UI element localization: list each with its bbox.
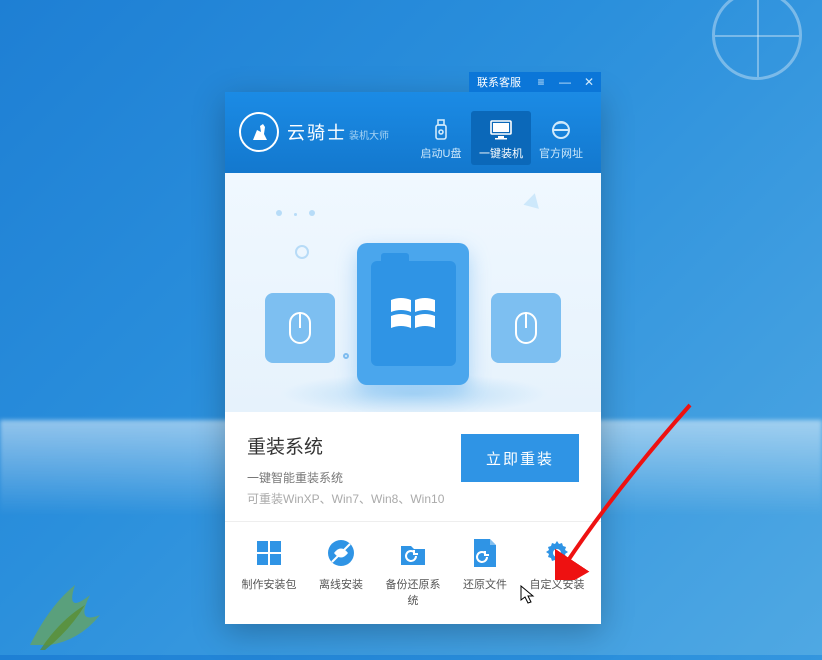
windows-folder-icon <box>357 243 469 385</box>
tool-offline-install[interactable]: 离线安装 <box>309 536 373 608</box>
nav-label: 启动U盘 <box>411 145 471 161</box>
nav-usb-boot[interactable]: 启动U盘 <box>411 111 471 165</box>
offline-icon <box>324 536 358 570</box>
tool-backup-restore[interactable]: 备份还原系统 <box>381 536 445 608</box>
header-nav: 启动U盘 一键装机 官方网址 <box>411 111 591 165</box>
action-panel: 重装系统 一键智能重装系统 可重装WinXP、Win7、Win8、Win10 立… <box>225 412 601 522</box>
tool-label: 还原文件 <box>453 576 517 592</box>
monitor-icon <box>471 117 531 143</box>
reinstall-now-button[interactable]: 立即重装 <box>461 434 579 482</box>
tool-label: 离线安装 <box>309 576 373 592</box>
tool-make-package[interactable]: 制作安装包 <box>237 536 301 608</box>
action-supports: 可重装WinXP、Win7、Win8、Win10 <box>247 490 579 507</box>
mouse-icon <box>491 293 561 363</box>
tool-custom-install[interactable]: 自定义安装 <box>525 536 589 608</box>
hero-illustration <box>225 173 601 412</box>
menu-icon[interactable]: ≡ <box>529 72 553 92</box>
restore-file-icon <box>468 536 502 570</box>
globe-icon <box>712 0 802 80</box>
nav-label: 一键装机 <box>471 145 531 161</box>
app-logo: 云骑士装机大师 <box>239 112 389 152</box>
tool-restore-file[interactable]: 还原文件 <box>453 536 517 608</box>
package-icon <box>252 536 286 570</box>
minimize-icon[interactable]: — <box>553 72 577 92</box>
tools-row: 制作安装包 离线安装 备份还原系统 还原文件 自定义安装 <box>225 522 601 624</box>
mouse-icon <box>265 293 335 363</box>
tool-label: 制作安装包 <box>237 576 301 592</box>
titlebar: 联系客服 ≡ — ✕ <box>469 72 601 92</box>
app-subtitle: 装机大师 <box>349 131 389 142</box>
nav-official-site[interactable]: 官方网址 <box>531 111 591 165</box>
gear-icon <box>540 536 574 570</box>
tool-label: 备份还原系统 <box>381 576 445 608</box>
backup-icon <box>396 536 430 570</box>
nav-oneclick-install[interactable]: 一键装机 <box>471 111 531 165</box>
leaf-decoration <box>20 565 120 655</box>
window-controls: ≡ — ✕ <box>529 72 601 92</box>
nav-label: 官方网址 <box>531 145 591 161</box>
app-title: 云骑士 <box>287 123 347 143</box>
application-window: 联系客服 ≡ — ✕ 云骑士装机大师 启动U盘 <box>225 92 601 624</box>
contact-support-button[interactable]: 联系客服 <box>469 72 529 92</box>
tool-label: 自定义安装 <box>525 576 589 592</box>
knight-icon <box>239 112 279 152</box>
close-icon[interactable]: ✕ <box>577 72 601 92</box>
ie-icon <box>531 117 591 143</box>
usb-icon <box>411 117 471 143</box>
app-header: 云骑士装机大师 启动U盘 一键装机 官方网址 <box>225 92 601 173</box>
